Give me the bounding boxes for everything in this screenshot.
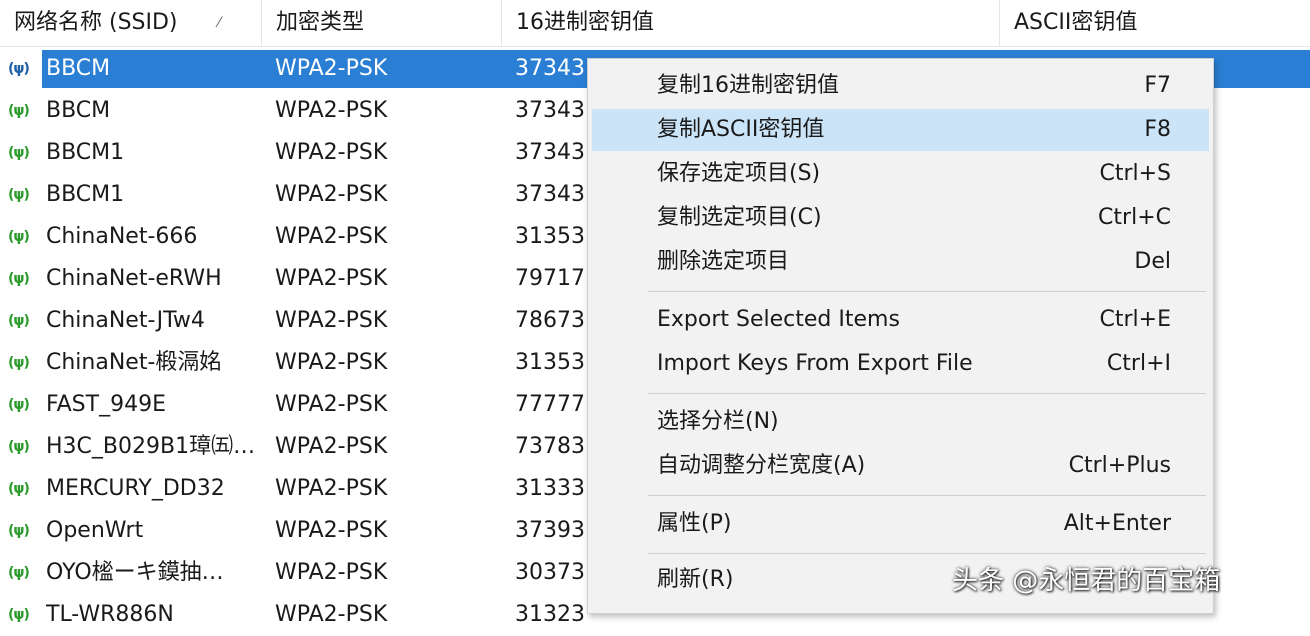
hex-key-cell: 79717 [515,266,585,291]
ssid-cell: BBCM [46,56,111,81]
wifi-icon: (ψ) [8,313,30,329]
menu-item-shortcut: Ctrl+C [1098,205,1171,230]
context-menu: 复制16进制密钥值 F7 复制ASCII密钥值 F8 保存选定项目(S) Ctr… [587,58,1214,614]
auth-cell: WPA2-PSK [275,224,388,249]
menu-item-shortcut: Ctrl+E [1099,307,1171,332]
ssid-cell: ChinaNet-666 [46,224,198,249]
wifi-icon: (ψ) [8,439,30,455]
watermark: 头条 @永恒君的百宝箱 [952,566,1221,596]
wifi-icon: (ψ) [8,229,30,245]
wifi-icon: (ψ) [8,397,30,413]
menu-item-copy-hex-key[interactable]: 复制16进制密钥值 F7 [592,65,1209,107]
wifi-icon: (ψ) [8,103,30,119]
menu-item-export-selected[interactable]: Export Selected Items Ctrl+E [592,299,1209,341]
ssid-cell: FAST_949E [46,392,166,417]
menu-item-properties[interactable]: 属性(P) Alt+Enter [592,503,1209,545]
ssid-cell: TL-WR886N [46,602,174,627]
menu-item-label: Import Keys From Export File [657,351,973,376]
ssid-cell: ChinaNet-eRWH [46,266,222,291]
menu-item-label: 选择分栏(N) [657,409,779,434]
menu-item-shortcut: F8 [1144,117,1171,142]
hex-key-cell: 37343 [515,56,585,81]
wifi-icon: (ψ) [8,523,30,539]
ssid-cell: BBCM [46,98,111,123]
menu-item-shortcut: Del [1134,249,1171,274]
ssid-cell: OpenWrt [46,518,144,543]
wifi-icon: (ψ) [8,187,30,203]
menu-item-shortcut: Ctrl+S [1099,161,1171,186]
menu-item-save-selected[interactable]: 保存选定项目(S) Ctrl+S [592,153,1209,195]
auth-cell: WPA2-PSK [275,518,388,543]
ssid-cell: BBCM1 [46,140,125,165]
hex-key-cell: 31323 [515,602,585,627]
ssid-cell: H3C_B029B1璋㈤… [46,434,256,459]
hex-key-cell: 31333 [515,476,585,501]
menu-item-label: 复制ASCII密钥值 [657,117,825,142]
ssid-cell: ChinaNet-椴滆姳 [46,350,222,375]
ssid-cell: ChinaNet-JTw4 [46,308,205,333]
auth-cell: WPA2-PSK [275,602,388,627]
column-header-ssid[interactable]: 网络名称 (SSID) ⁄ [0,0,262,46]
list-header: 网络名称 (SSID) ⁄ 加密类型 16进制密钥值 ASCII密钥值 [0,0,1310,47]
menu-item-label: 复制选定项目(C) [657,205,822,230]
menu-item-choose-columns[interactable]: 选择分栏(N) [592,401,1209,443]
menu-item-delete-selected[interactable]: 删除选定项目 Del [592,241,1209,283]
column-header-ascii-key[interactable]: ASCII密钥值 [1000,0,1310,46]
auth-cell: WPA2-PSK [275,266,388,291]
menu-item-label: 刷新(R) [657,567,734,592]
menu-item-label: 自动调整分栏宽度(A) [657,453,866,478]
wifi-icon: (ψ) [8,145,30,161]
hex-key-cell: 73783 [515,434,585,459]
auth-cell: WPA2-PSK [275,560,388,585]
auth-cell: WPA2-PSK [275,476,388,501]
hex-key-cell: 30373 [515,560,585,585]
column-header-hex-key[interactable]: 16进制密钥值 [502,0,1000,46]
menu-item-shortcut: Alt+Enter [1063,511,1171,536]
auth-cell: WPA2-PSK [275,98,388,123]
hex-key-cell: 78673 [515,308,585,333]
column-header-ssid-label: 网络名称 (SSID) [14,10,178,35]
hex-key-cell: 37393 [515,518,585,543]
menu-item-label: 删除选定项目 [657,249,790,274]
menu-item-label: Export Selected Items [657,307,900,332]
wifi-icon: (ψ) [8,565,30,581]
wifi-icon: (ψ) [8,481,30,497]
ssid-cell: BBCM1 [46,182,125,207]
auth-cell: WPA2-PSK [275,182,388,207]
auth-cell: WPA2-PSK [275,392,388,417]
menu-item-copy-ascii-key[interactable]: 复制ASCII密钥值 F8 [592,109,1209,151]
auth-cell: WPA2-PSK [275,434,388,459]
menu-separator [648,291,1206,292]
ssid-cell: MERCURY_DD32 [46,476,225,501]
menu-item-label: 保存选定项目(S) [657,161,821,186]
menu-separator [648,393,1206,394]
column-header-auth[interactable]: 加密类型 [262,0,502,46]
auth-cell: WPA2-PSK [275,350,388,375]
hex-key-cell: 77777 [515,392,585,417]
ssid-cell: OYO榓ーキ鏌抽… [46,560,224,585]
sort-indicator-icon: ⁄ [218,15,221,31]
wifi-icon: (ψ) [8,61,30,77]
wifi-icon: (ψ) [8,355,30,371]
menu-item-copy-selected[interactable]: 复制选定项目(C) Ctrl+C [592,197,1209,239]
hex-key-cell: 31353 [515,350,585,375]
wifi-icon: (ψ) [8,271,30,287]
wifi-icon: (ψ) [8,607,30,623]
menu-item-shortcut: Ctrl+I [1106,351,1171,376]
auth-cell: WPA2-PSK [275,56,388,81]
menu-separator [648,495,1206,496]
menu-item-label: 复制16进制密钥值 [657,73,839,98]
auth-cell: WPA2-PSK [275,140,388,165]
menu-item-auto-size-columns[interactable]: 自动调整分栏宽度(A) Ctrl+Plus [592,445,1209,487]
hex-key-cell: 37343 [515,98,585,123]
auth-cell: WPA2-PSK [275,308,388,333]
menu-item-import-keys[interactable]: Import Keys From Export File Ctrl+I [592,343,1209,385]
menu-separator [648,553,1206,554]
menu-item-shortcut: F7 [1144,73,1171,98]
hex-key-cell: 31353 [515,224,585,249]
menu-item-label: 属性(P) [657,511,732,536]
hex-key-cell: 37343 [515,182,585,207]
hex-key-cell: 37343 [515,140,585,165]
menu-item-shortcut: Ctrl+Plus [1068,453,1171,478]
